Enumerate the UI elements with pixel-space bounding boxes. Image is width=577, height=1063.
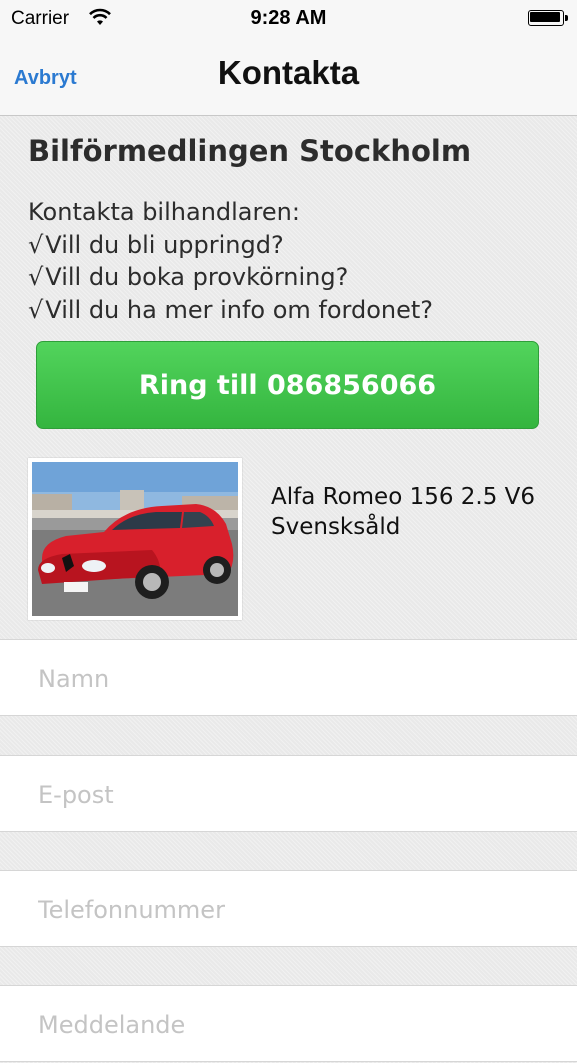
checklist-item-label: Vill du ha mer info om fordonet?	[45, 295, 434, 324]
check-icon: √	[28, 263, 44, 291]
checklist-item: √Vill du bli uppringd?	[28, 229, 433, 262]
car-title: Alfa Romeo 156 2.5 V6 Svensksåld	[271, 482, 535, 542]
checklist-item-label: Vill du boka provkörning?	[45, 263, 349, 291]
car-model: Alfa Romeo 156 2.5 V6	[271, 484, 536, 510]
page-title: Kontakta	[217, 54, 360, 91]
dealer-name: Bilförmedlingen Stockholm	[28, 134, 472, 168]
status-bar: Carrier 9:28 AM	[0, 0, 577, 38]
phone-field[interactable]	[36, 871, 560, 948]
email-field[interactable]	[36, 756, 560, 833]
phone-field-row	[0, 870, 577, 948]
navigation-bar: Avbryt Kontakta	[0, 38, 577, 116]
contact-info: Kontakta bilhandlaren: √Vill du bli uppr…	[28, 196, 433, 326]
clock: 9:28 AM	[250, 7, 327, 29]
contact-heading: Kontakta bilhandlaren:	[28, 198, 300, 226]
car-origin: Svensksåld	[271, 514, 401, 540]
car-image	[32, 462, 238, 616]
name-field[interactable]	[36, 640, 560, 717]
call-button[interactable]: Ring till 086856066	[36, 341, 539, 429]
battery-icon	[528, 10, 568, 26]
checklist-item: √Vill du ha mer info om fordonet?	[28, 294, 433, 327]
check-icon: √	[28, 295, 44, 324]
message-field[interactable]	[36, 986, 560, 1063]
checklist-item: √Vill du boka provkörning?	[28, 261, 433, 294]
name-field-row	[0, 639, 577, 717]
checklist-item-label: Vill du bli uppringd?	[45, 230, 284, 259]
car-photo[interactable]	[28, 458, 242, 620]
email-field-row	[0, 755, 577, 833]
check-icon: √	[28, 230, 44, 259]
